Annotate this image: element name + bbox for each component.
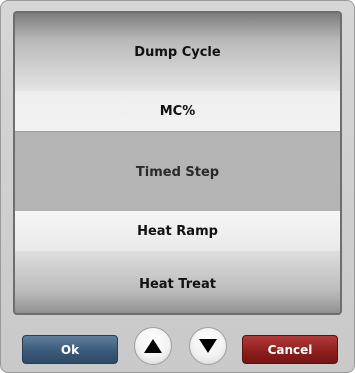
picker-list[interactable]: Dump Cycle MC% Timed Step Heat Ramp Heat… — [15, 13, 340, 313]
list-item-timed-step[interactable]: Timed Step — [15, 131, 340, 213]
ok-button[interactable]: Ok — [22, 335, 118, 364]
list-item-heat-treat[interactable]: Heat Treat — [15, 251, 340, 313]
list-item-mc-percent[interactable]: MC% — [15, 91, 340, 131]
scroll-up-button[interactable] — [134, 327, 172, 365]
cancel-button[interactable]: Cancel — [242, 335, 338, 364]
picker-list-frame[interactable]: Dump Cycle MC% Timed Step Heat Ramp Heat… — [13, 11, 342, 315]
triangle-down-icon — [199, 339, 217, 353]
selection-dialog: Dump Cycle MC% Timed Step Heat Ramp Heat… — [0, 0, 355, 373]
scroll-down-button[interactable] — [189, 327, 227, 365]
list-item-dump-cycle[interactable]: Dump Cycle — [15, 13, 340, 91]
list-item-heat-ramp[interactable]: Heat Ramp — [15, 211, 340, 251]
triangle-up-icon — [144, 339, 162, 353]
